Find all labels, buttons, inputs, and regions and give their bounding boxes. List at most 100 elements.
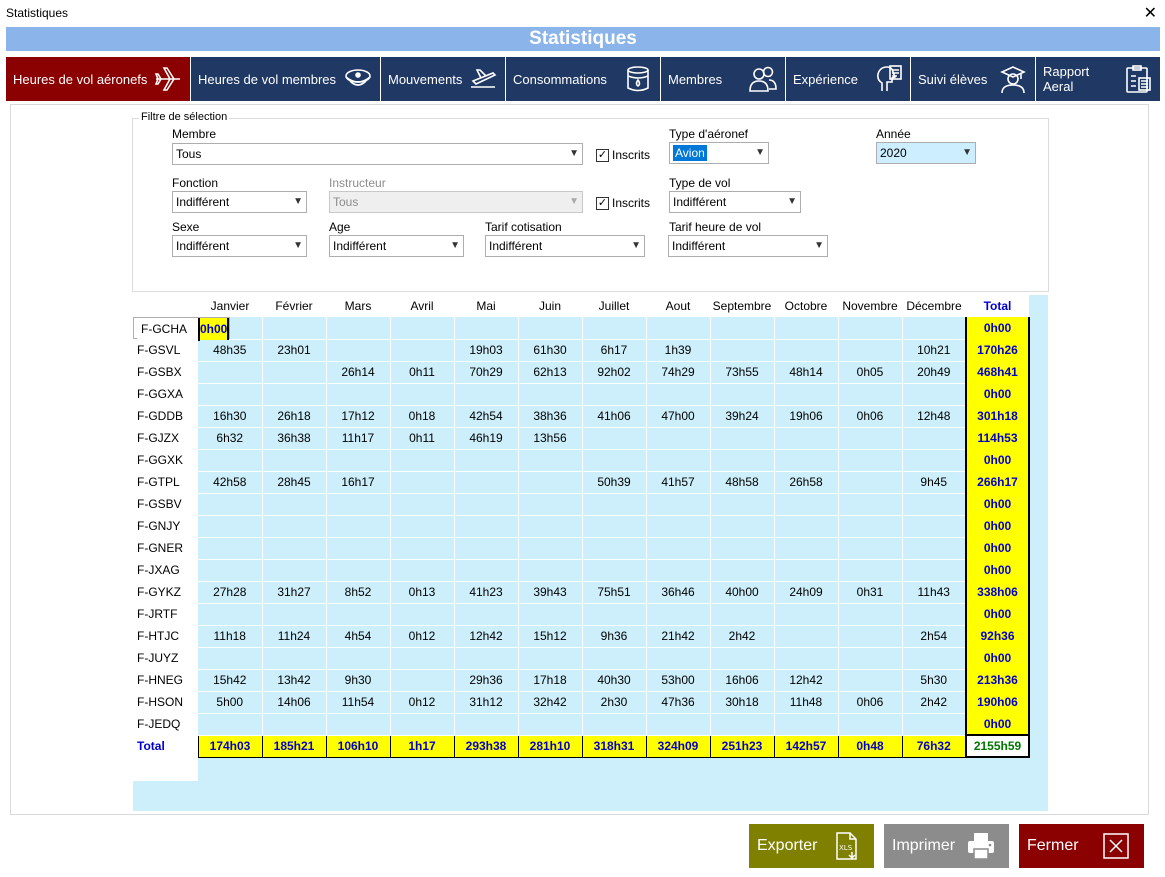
hours-cell[interactable]: 48h58 xyxy=(710,471,775,494)
hours-cell[interactable] xyxy=(710,493,775,516)
hours-cell[interactable]: 4h54 xyxy=(326,625,391,648)
row-total-cell[interactable]: 0h00 xyxy=(965,317,1030,339)
hours-cell[interactable]: 17h18 xyxy=(518,669,583,692)
hours-cell[interactable]: 48h14 xyxy=(774,361,839,384)
hours-cell[interactable]: 1h39 xyxy=(646,339,711,362)
hours-cell[interactable] xyxy=(262,559,327,582)
hours-cell[interactable]: 13h56 xyxy=(518,427,583,450)
hours-cell[interactable]: 41h23 xyxy=(454,581,519,604)
hours-cell[interactable] xyxy=(838,493,903,516)
column-header-4[interactable]: Avril xyxy=(390,295,454,317)
hours-cell[interactable]: 46h19 xyxy=(454,427,519,450)
column-header-5[interactable]: Mai xyxy=(454,295,518,317)
hours-cell[interactable]: 61h30 xyxy=(518,339,583,362)
hours-cell[interactable] xyxy=(518,449,583,472)
hours-cell[interactable] xyxy=(710,317,775,340)
hours-cell[interactable]: 17h12 xyxy=(326,405,391,428)
hours-cell[interactable] xyxy=(262,647,327,670)
table-row[interactable]: F-GTPL 42h58 28h45 16h17 50h39 41h57 48h58 26h5… xyxy=(133,471,1030,494)
hours-cell[interactable]: 42h54 xyxy=(454,405,519,428)
table-row[interactable]: F-JEDQ 0h00 xyxy=(133,713,1030,736)
hours-cell[interactable] xyxy=(646,603,711,626)
table-row[interactable]: F-JXAG 0h00 xyxy=(133,559,1030,582)
hours-cell[interactable] xyxy=(326,515,391,538)
hours-cell[interactable] xyxy=(710,603,775,626)
hours-cell[interactable] xyxy=(710,339,775,362)
hours-cell[interactable] xyxy=(198,515,263,538)
row-total-cell[interactable]: 301h18 xyxy=(965,405,1030,427)
hours-cell[interactable] xyxy=(774,383,839,406)
hours-cell[interactable]: 74h29 xyxy=(646,361,711,384)
type-aeronef-select[interactable]: Avion ▼ xyxy=(669,142,769,164)
hours-cell[interactable] xyxy=(198,559,263,582)
age-select[interactable]: Indifférent ▼ xyxy=(329,235,464,257)
hours-cell[interactable] xyxy=(646,515,711,538)
close-icon[interactable]: ✕ xyxy=(1144,3,1157,23)
hours-cell[interactable]: 6h32 xyxy=(198,427,263,450)
hours-cell[interactable]: 5h30 xyxy=(902,669,967,692)
column-header-total[interactable]: Total xyxy=(966,295,1029,317)
hours-cell[interactable] xyxy=(198,361,263,384)
hours-cell[interactable]: 2h30 xyxy=(582,691,647,714)
hours-cell[interactable] xyxy=(774,449,839,472)
column-header-11[interactable]: Novembre xyxy=(838,295,902,317)
row-total-cell[interactable]: 190h06 xyxy=(965,691,1030,713)
hours-cell[interactable] xyxy=(454,383,519,406)
hours-cell[interactable] xyxy=(454,559,519,582)
hours-cell[interactable]: 9h30 xyxy=(326,669,391,692)
column-header-8[interactable]: Aout xyxy=(646,295,710,317)
hours-cell[interactable] xyxy=(454,317,519,340)
hours-cell[interactable]: 2h42 xyxy=(710,625,775,648)
hours-cell[interactable] xyxy=(838,449,903,472)
hours-cell[interactable]: 47h36 xyxy=(646,691,711,714)
hours-cell[interactable] xyxy=(902,317,967,340)
hours-cell[interactable] xyxy=(262,449,327,472)
hours-cell[interactable] xyxy=(518,647,583,670)
hours-cell[interactable]: 31h12 xyxy=(454,691,519,714)
tab-membres[interactable]: Membres xyxy=(661,57,786,101)
hours-cell[interactable] xyxy=(454,647,519,670)
tab-suivi-eleves[interactable]: Suivi élèves xyxy=(911,57,1036,101)
hours-cell[interactable] xyxy=(838,383,903,406)
hours-cell[interactable] xyxy=(390,669,455,692)
tab-rapport-aeral[interactable]: Rapport Aeral xyxy=(1036,57,1160,101)
table-row[interactable]: F-GGXK 0h00 xyxy=(133,449,1030,472)
hours-cell[interactable] xyxy=(774,493,839,516)
hours-cell[interactable] xyxy=(902,603,967,626)
hours-cell[interactable]: 8h52 xyxy=(326,581,391,604)
hours-cell[interactable] xyxy=(198,713,263,736)
hours-cell[interactable] xyxy=(902,449,967,472)
hours-cell[interactable] xyxy=(838,427,903,450)
column-header-1[interactable]: Janvier xyxy=(198,295,262,317)
hours-cell[interactable]: 0h12 xyxy=(390,691,455,714)
hours-cell[interactable] xyxy=(518,537,583,560)
hours-cell[interactable]: 12h48 xyxy=(902,405,967,428)
hours-cell[interactable] xyxy=(646,493,711,516)
hours-cell[interactable]: 40h00 xyxy=(710,581,775,604)
hours-cell[interactable]: 24h09 xyxy=(774,581,839,604)
hours-cell[interactable]: 73h55 xyxy=(710,361,775,384)
hours-cell[interactable] xyxy=(838,647,903,670)
hours-cell[interactable] xyxy=(582,603,647,626)
tab-heures-vol-membres[interactable]: Heures de vol membres xyxy=(191,57,381,101)
table-row[interactable]: F-GSVL 48h35 23h01 19h03 61h30 6h17 1h39 10h21 1… xyxy=(133,339,1030,362)
hours-cell[interactable] xyxy=(582,383,647,406)
hours-cell[interactable] xyxy=(262,317,327,340)
type-vol-select[interactable]: Indifférent ▼ xyxy=(669,191,801,213)
column-header-9[interactable]: Septembre xyxy=(710,295,774,317)
row-total-cell[interactable]: 0h00 xyxy=(965,537,1030,559)
hours-cell[interactable] xyxy=(198,383,263,406)
hours-cell[interactable] xyxy=(390,317,455,340)
hours-cell[interactable]: 50h39 xyxy=(582,471,647,494)
hours-cell[interactable] xyxy=(838,669,903,692)
hours-cell[interactable] xyxy=(902,647,967,670)
hours-cell[interactable] xyxy=(390,493,455,516)
hours-cell[interactable] xyxy=(390,603,455,626)
table-row[interactable]: F-GNJY 0h00 xyxy=(133,515,1030,538)
hours-cell[interactable]: 41h06 xyxy=(582,405,647,428)
hours-cell[interactable]: 0h12 xyxy=(390,625,455,648)
hours-cell[interactable]: 31h27 xyxy=(262,581,327,604)
hours-cell[interactable] xyxy=(774,339,839,362)
hours-cell[interactable] xyxy=(390,383,455,406)
hours-cell[interactable]: 40h30 xyxy=(582,669,647,692)
